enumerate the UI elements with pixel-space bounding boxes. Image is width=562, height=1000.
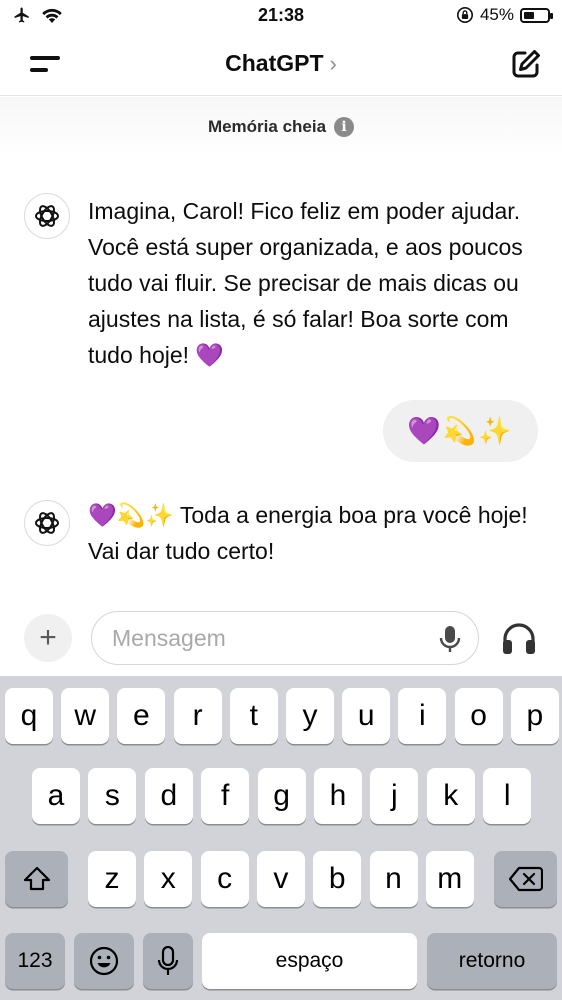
key-i[interactable]: i bbox=[398, 688, 447, 744]
key-g[interactable]: g bbox=[257, 768, 306, 824]
emoji-key[interactable] bbox=[74, 933, 134, 989]
memory-banner-text: Memória cheia bbox=[207, 117, 327, 136]
openai-logo-icon bbox=[24, 193, 70, 239]
key-d[interactable]: d bbox=[144, 768, 193, 824]
composer: + bbox=[0, 600, 562, 676]
headphones-icon[interactable] bbox=[500, 620, 538, 656]
key-k[interactable]: k bbox=[426, 768, 475, 824]
status-right: 45% bbox=[456, 5, 553, 25]
battery-fill bbox=[524, 11, 534, 19]
key-q[interactable]: q bbox=[5, 688, 53, 744]
emoji-icon bbox=[89, 946, 119, 976]
backspace-key[interactable] bbox=[494, 851, 557, 907]
key-a[interactable]: a bbox=[32, 768, 80, 824]
keyboard: qwertyuiop asdfghjkl zxcvbnm 123 espaço … bbox=[0, 676, 562, 1000]
key-f[interactable]: f bbox=[201, 768, 250, 824]
status-bar: 21:38 45% bbox=[0, 0, 562, 32]
key-u[interactable]: u bbox=[342, 688, 391, 744]
key-r[interactable]: r bbox=[173, 688, 222, 744]
plus-icon[interactable]: + bbox=[24, 614, 72, 662]
orientation-lock-icon bbox=[456, 6, 473, 24]
key-n[interactable]: n bbox=[369, 851, 418, 907]
key-y[interactable]: y bbox=[286, 688, 334, 744]
space-key[interactable]: espaço bbox=[202, 933, 417, 989]
message-input[interactable] bbox=[91, 611, 479, 665]
key-s[interactable]: s bbox=[88, 768, 137, 824]
dictation-key[interactable] bbox=[143, 933, 193, 989]
key-c[interactable]: c bbox=[200, 851, 249, 907]
chevron-right-icon: › bbox=[329, 51, 337, 76]
header: ChatGPT › bbox=[0, 32, 562, 96]
key-t[interactable]: t bbox=[229, 688, 278, 744]
key-h[interactable]: h bbox=[314, 768, 362, 824]
info-icon[interactable]: i bbox=[334, 117, 355, 137]
assistant-message: Imagina, Carol! Fico feliz em poder ajud… bbox=[88, 198, 523, 368]
user-message: 💜💫✨ bbox=[383, 400, 538, 462]
shift-key[interactable] bbox=[5, 851, 68, 907]
edit-icon[interactable] bbox=[508, 46, 544, 82]
key-l[interactable]: l bbox=[483, 768, 532, 824]
assistant-message: 💜💫✨ Toda a energia boa pra você hoje! Va… bbox=[88, 502, 528, 564]
backspace-icon bbox=[508, 866, 543, 892]
microphone-icon[interactable] bbox=[437, 625, 463, 653]
return-key[interactable]: retorno bbox=[427, 933, 557, 989]
numbers-key[interactable]: 123 bbox=[5, 933, 65, 989]
key-w[interactable]: w bbox=[61, 688, 110, 744]
shift-icon bbox=[23, 866, 50, 891]
key-e[interactable]: e bbox=[117, 688, 166, 744]
key-o[interactable]: o bbox=[454, 688, 503, 744]
memory-banner[interactable]: Memória cheia i bbox=[0, 97, 562, 157]
openai-logo-icon bbox=[24, 500, 70, 546]
key-v[interactable]: v bbox=[256, 851, 305, 907]
chat-title-button[interactable]: ChatGPT › bbox=[0, 50, 562, 77]
key-b[interactable]: b bbox=[313, 851, 362, 907]
microphone-icon bbox=[157, 946, 179, 975]
battery-icon bbox=[520, 7, 553, 23]
key-p[interactable]: p bbox=[510, 688, 559, 744]
key-m[interactable]: m bbox=[425, 851, 474, 907]
key-x[interactable]: x bbox=[144, 851, 193, 907]
key-j[interactable]: j bbox=[370, 768, 419, 824]
battery-percent: 45% bbox=[479, 5, 514, 24]
key-z[interactable]: z bbox=[88, 851, 136, 907]
chat-title: ChatGPT bbox=[225, 50, 324, 76]
